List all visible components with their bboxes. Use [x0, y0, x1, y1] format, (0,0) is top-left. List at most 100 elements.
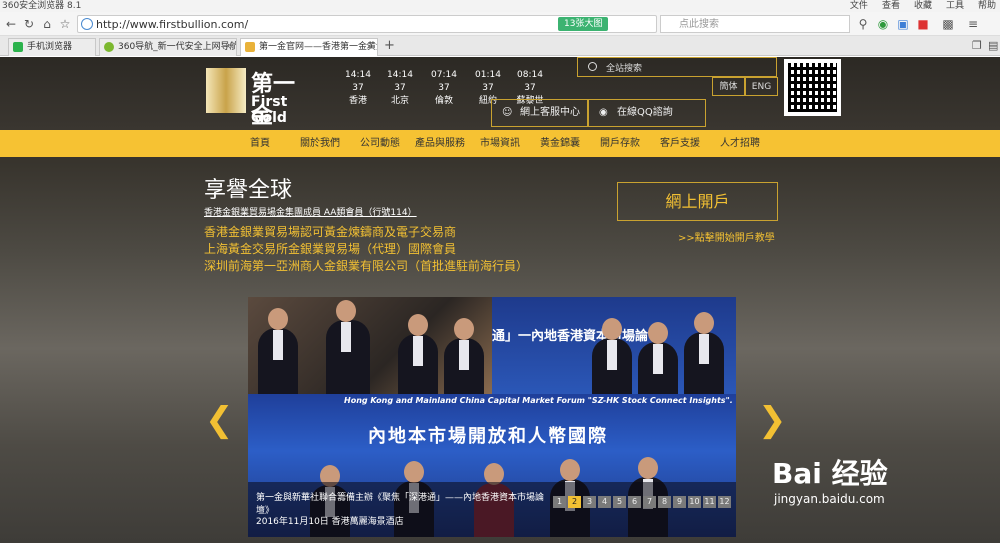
- hero-title: 享譽全球: [204, 178, 293, 203]
- open-account-button[interactable]: 網上開戶: [617, 182, 778, 221]
- clock-time: 07:14 37: [431, 70, 457, 93]
- clock-beijing: 14:14 37 北京: [380, 69, 420, 108]
- image-icon[interactable]: ▩: [940, 16, 956, 32]
- logo-en: First Gold: [251, 94, 288, 126]
- slide-page[interactable]: 4: [598, 496, 611, 508]
- nav-products[interactable]: 產品與服務: [410, 130, 470, 157]
- close-icon[interactable]: ×: [224, 39, 232, 55]
- more-icon[interactable]: ≡: [965, 16, 981, 32]
- news-slider[interactable]: 通」一內地香港資本市場論 Hong Kong and Mainland Chin…: [248, 297, 736, 537]
- slide-page[interactable]: 5: [613, 496, 626, 508]
- nav-careers[interactable]: 人才招聘: [710, 130, 770, 157]
- logo[interactable]: 第一金 First Gold: [206, 68, 316, 129]
- browser-toolbar: ← ↻ ⌂ ☆ http://www.firstbullion.com/ 13张…: [0, 12, 1000, 36]
- browser-search[interactable]: 点此搜索: [660, 15, 850, 33]
- tab-first-gold[interactable]: 第一金官网——香港第一金黄金 ×: [240, 38, 378, 56]
- qq-consult-button[interactable]: ◉ 在線QQ諮詢: [588, 99, 706, 127]
- hero-line-3: 深圳前海第一亞洲商人金銀業有限公司（首批進駐前海行員）: [204, 259, 529, 273]
- slide-page-active[interactable]: 2: [568, 496, 581, 508]
- clock-time: 14:14 37: [345, 70, 371, 93]
- tab-bar: 手机浏览器 360导航_新一代安全上网导航 × 第一金官网——香港第一金黄金 ×…: [0, 36, 1000, 56]
- tab-label: 360导航_新一代安全上网导航: [118, 42, 237, 52]
- nav-home[interactable]: 首頁: [230, 130, 290, 157]
- hero-line-2: 上海黃金交易所金銀業貿易場（代理）國際會員: [204, 242, 457, 256]
- clock-time: 08:14 37: [517, 70, 543, 93]
- slide-page[interactable]: 3: [583, 496, 596, 508]
- address-bar[interactable]: http://www.firstbullion.com/ 13张大图: [77, 15, 657, 33]
- hero-subtitle[interactable]: 香港金銀業貿易場金集團成員 AA類會員（行號114）: [204, 205, 417, 218]
- menu-file[interactable]: 文件: [850, 0, 868, 12]
- slide-page[interactable]: 9: [673, 496, 686, 508]
- watermark-brand: Bai 经验: [772, 457, 888, 490]
- tab-label: 第一金官网——香港第一金黄金: [259, 42, 378, 52]
- new-tab-button[interactable]: +: [384, 38, 395, 53]
- open-account-tutorial-link[interactable]: >>點擊開始開戶教學: [678, 229, 775, 244]
- tab-360-nav[interactable]: 360导航_新一代安全上网导航 ×: [99, 38, 237, 56]
- slide-caption-title[interactable]: 第一金與新華社聯合籌備主辦《聚焦「深港通」——內地香港資本市場論壇》: [256, 490, 546, 516]
- clock-london: 07:14 37 倫敦: [424, 69, 464, 108]
- nav-support[interactable]: 客戶支援: [650, 130, 710, 157]
- shield-icon[interactable]: ◉: [875, 16, 891, 32]
- image-count-badge[interactable]: 13张大图: [558, 17, 609, 31]
- browser-menu: 文件 查看 收藏 工具 帮助: [850, 0, 996, 12]
- slider-next-icon[interactable]: ❯: [758, 403, 787, 437]
- qq-consult-label: 在線QQ諮詢: [617, 107, 673, 118]
- search-icon[interactable]: ⚲: [855, 16, 871, 32]
- slide-page[interactable]: 11: [703, 496, 716, 508]
- menu-view[interactable]: 查看: [882, 0, 900, 12]
- clock-time: 14:14 37: [387, 70, 413, 93]
- translate-icon[interactable]: ▣: [895, 16, 911, 32]
- clock-city: 倫敦: [434, 96, 453, 106]
- slide-page[interactable]: 10: [688, 496, 701, 508]
- globe-icon: [81, 18, 93, 30]
- lang-english[interactable]: ENG: [745, 77, 778, 96]
- address-url: http://www.firstbullion.com/: [96, 18, 249, 31]
- mobile-icon: [13, 42, 23, 52]
- search-placeholder: 点此搜索: [679, 19, 719, 30]
- site-search[interactable]: 全站搜索: [577, 57, 777, 77]
- close-icon[interactable]: ×: [365, 39, 373, 55]
- refresh-icon[interactable]: ↻: [21, 16, 37, 32]
- online-service-button[interactable]: ☺ 網上客服中心: [491, 99, 588, 127]
- main-nav: 首頁 關於我們 公司動態 產品與服務 市場資訊 黄金錦囊 開戶存款 客戶支援 人…: [0, 130, 1000, 157]
- nav-about[interactable]: 關於我們: [290, 130, 350, 157]
- nav-news[interactable]: 公司動態: [350, 130, 410, 157]
- back-icon[interactable]: ←: [3, 16, 19, 32]
- lang-simplified[interactable]: 簡体: [712, 77, 745, 96]
- tab-label: 手机浏览器: [27, 42, 73, 52]
- tab-mobile-browser[interactable]: 手机浏览器: [8, 38, 96, 56]
- watermark-url: jingyan.baidu.com: [774, 492, 885, 506]
- clock-hk: 14:14 37 香港: [338, 69, 378, 108]
- qr-code: [784, 59, 841, 116]
- menu-help[interactable]: 帮助: [978, 0, 996, 12]
- slide-page[interactable]: 1: [553, 496, 566, 508]
- menu-tools[interactable]: 工具: [946, 0, 964, 12]
- adblock-icon[interactable]: ■: [915, 16, 931, 32]
- baidu-watermark: Bai 经验 jingyan.baidu.com: [772, 452, 888, 506]
- slide-page[interactable]: 6: [628, 496, 641, 508]
- slide-page[interactable]: 8: [658, 496, 671, 508]
- clock-city: 北京: [390, 96, 409, 106]
- slide-caption: 第一金與新華社聯合籌備主辦《聚焦「深港通」——內地香港資本市場論壇》 2016年…: [248, 482, 736, 537]
- slide-page[interactable]: 7: [643, 496, 656, 508]
- site-search-label: 全站搜索: [606, 64, 643, 74]
- star-icon[interactable]: ☆: [57, 16, 73, 32]
- nav-gold-tips[interactable]: 黄金錦囊: [530, 130, 590, 157]
- nav-market[interactable]: 市場資訊: [470, 130, 530, 157]
- restore-icon[interactable]: ❐: [972, 39, 982, 52]
- home-icon[interactable]: ⌂: [39, 16, 55, 32]
- search-icon: [588, 62, 597, 71]
- slider-prev-icon[interactable]: ❮: [205, 403, 234, 437]
- nav-account[interactable]: 開戶存款: [590, 130, 650, 157]
- forum-title-en: Hong Kong and Mainland China Capital Mar…: [344, 396, 733, 405]
- slide-caption-date: 2016年11月10日 香港萬麗海景酒店: [256, 517, 404, 527]
- sidebar-icon[interactable]: ▤: [988, 39, 998, 52]
- logo-mark: [206, 68, 246, 113]
- slide-photo-forum: 通」一內地香港資本市場論: [492, 297, 736, 394]
- site-header: 第一金 First Gold 14:14 37 香港 14:14 37 北京 0…: [0, 57, 1000, 130]
- clock-city: 香港: [348, 96, 367, 106]
- hero-line-1: 香港金銀業貿易場認可黃金煉鑄商及電子交易商: [204, 225, 457, 239]
- forum-title-zh: 內地本市場開放和人幣國際: [368, 426, 608, 447]
- menu-favorites[interactable]: 收藏: [914, 0, 932, 12]
- slide-page[interactable]: 12: [718, 496, 731, 508]
